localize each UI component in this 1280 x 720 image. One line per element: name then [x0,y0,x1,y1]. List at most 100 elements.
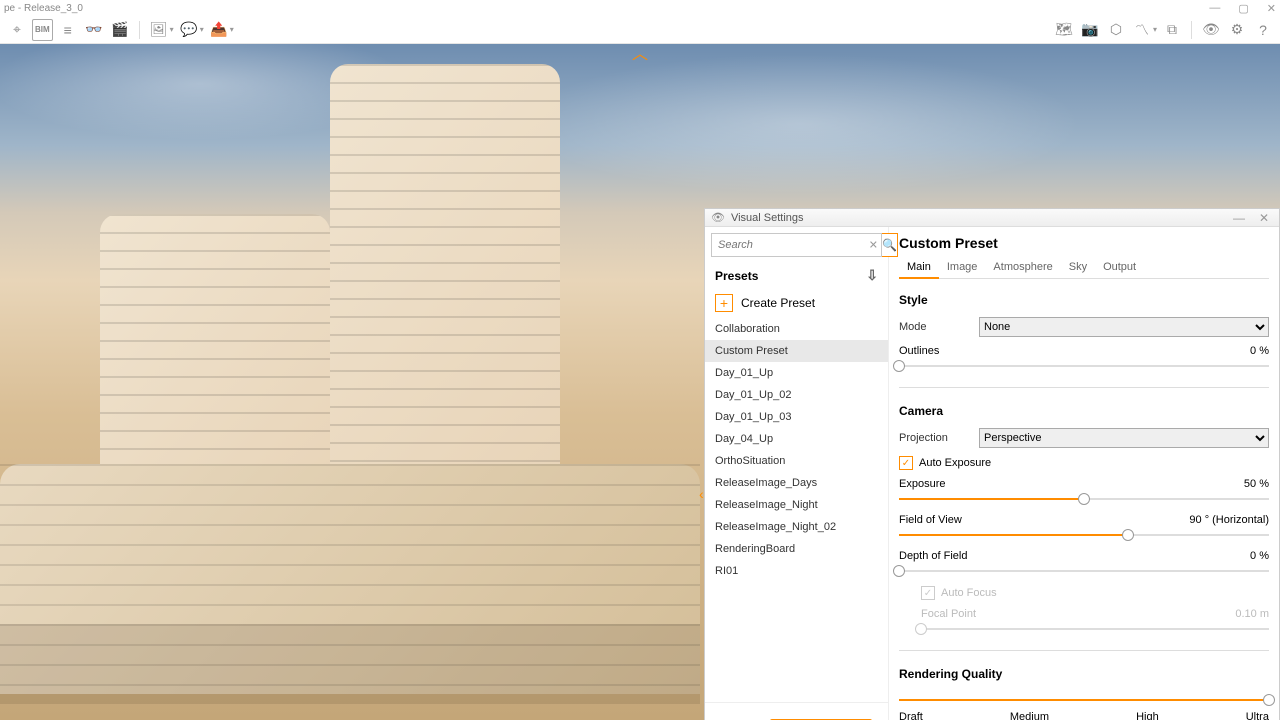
map-icon[interactable]: 🗺 [1053,19,1075,41]
export-icon[interactable]: 📤 [208,19,230,41]
dof-slider[interactable] [899,564,1269,578]
dof-label: Depth of Field [899,550,967,562]
chevron-down-icon[interactable]: ▾ [200,25,204,34]
create-preset-row[interactable]: + Create Preset [705,288,888,318]
panel-collapse-icon[interactable]: ‹ [699,486,704,502]
panel-minimize-button[interactable]: — [1229,211,1249,225]
window-maximize-button[interactable]: ▢ [1238,2,1248,15]
preset-item[interactable]: Collaboration [705,318,888,340]
export-image-icon[interactable]: 🖼 [148,19,170,41]
menu-icon[interactable]: ≡ [57,19,79,41]
quality-labels: DraftMediumHighUltra [899,711,1269,720]
preset-item[interactable]: RI01 [705,560,888,582]
tab-sky[interactable]: Sky [1061,257,1095,278]
auto-exposure-checkbox[interactable]: ✓ [899,456,913,470]
preset-item[interactable]: OrthoSituation [705,450,888,472]
levels-icon[interactable]: 〽 [1131,19,1153,41]
quality-label: Ultra [1246,711,1269,720]
outlines-unit: % [1259,345,1269,357]
quality-label: Draft [899,711,923,720]
exposure-value: 50 [1244,478,1256,490]
auto-focus-checkbox: ✓ [921,586,935,600]
tab-atmosphere[interactable]: Atmosphere [985,257,1060,278]
clip-icon[interactable]: ⧉ [1161,19,1183,41]
rendering-quality-heading: Rendering Quality [899,667,1269,681]
main-toolbar: ⌖ BIM ≡ 👓 🎬 🖼▾ 💬▾ 📤▾ 🗺 📷 ⬡ 〽▾ ⧉ 👁 ⚙ ? [0,16,1280,44]
toolbar-separator [1191,21,1192,39]
settings-column: Custom Preset MainImageAtmosphereSkyOutp… [889,227,1279,720]
tab-output[interactable]: Output [1095,257,1144,278]
cube-icon[interactable]: ⬡ [1105,19,1127,41]
fov-value: 90 [1189,514,1201,526]
search-input[interactable] [711,233,882,257]
preset-item[interactable]: Day_01_Up_03 [705,406,888,428]
auto-focus-label: Auto Focus [941,587,997,599]
import-preset-icon[interactable]: ⇩ [866,267,878,284]
mode-label: Mode [899,321,979,333]
preset-item[interactable]: RenderingBoard [705,538,888,560]
export-message-icon[interactable]: 💬 [178,19,200,41]
preset-item[interactable]: ReleaseImage_Night_02 [705,516,888,538]
mode-select[interactable]: None [979,317,1269,337]
preset-item[interactable]: ReleaseImage_Night [705,494,888,516]
visual-settings-panel: ‹ 👁 Visual Settings — ✕ ✕ 🔍 Presets ⇩ [704,208,1280,720]
focal-point-value: 0.10 [1235,608,1256,620]
outlines-label: Outlines [899,345,939,357]
presets-heading: Presets [715,269,758,283]
focal-point-label: Focal Point [921,608,976,620]
panel-close-button[interactable]: ✕ [1255,211,1273,225]
auto-exposure-label: Auto Exposure [919,457,991,469]
plus-icon: + [715,294,733,312]
fov-slider[interactable] [899,528,1269,542]
bim-button[interactable]: BIM [32,19,53,41]
chevron-down-icon[interactable]: ▾ [170,25,174,34]
quality-label: Medium [1010,711,1049,720]
exposure-unit: % [1259,478,1269,490]
preset-item[interactable]: Day_01_Up_02 [705,384,888,406]
preset-item[interactable]: Day_01_Up [705,362,888,384]
projection-select[interactable]: Perspective [979,428,1269,448]
clapperboard-icon[interactable]: 🎬 [109,19,131,41]
tab-main[interactable]: Main [899,257,939,279]
panel-title: Visual Settings [731,212,1223,224]
collapse-top-icon[interactable]: ︿ [632,44,648,64]
quality-slider[interactable] [899,693,1269,707]
cursor-tool-icon[interactable]: ⌖ [6,19,28,41]
building-render [0,64,700,704]
fov-unit: ° (Horizontal) [1205,514,1269,526]
camera-heading: Camera [899,404,1269,418]
outlines-value: 0 [1250,345,1256,357]
focal-point-slider [921,622,1269,636]
section-divider [899,650,1269,651]
window-title: pe - Release_3_0 [4,3,1209,14]
window-titlebar: pe - Release_3_0 — ▢ ✕ [0,0,1280,16]
tab-image[interactable]: Image [939,257,986,278]
style-heading: Style [899,293,1269,307]
binoculars-icon[interactable]: 👓 [83,19,105,41]
window-minimize-button[interactable]: — [1209,2,1220,15]
dof-unit: % [1259,550,1269,562]
preset-item[interactable]: ReleaseImage_Days [705,472,888,494]
exposure-slider[interactable] [899,492,1269,506]
render-viewport[interactable]: ︿ ‹ 👁 Visual Settings — ✕ ✕ 🔍 [0,44,1280,720]
preset-item[interactable]: Day_04_Up [705,428,888,450]
eye-icon[interactable]: 👁 [1200,19,1222,41]
gear-icon[interactable]: ⚙ [1226,19,1248,41]
exposure-label: Exposure [899,478,945,490]
create-preset-label: Create Preset [741,296,815,310]
chevron-down-icon[interactable]: ▾ [1153,25,1157,34]
outlines-slider[interactable] [899,359,1269,373]
preset-title: Custom Preset [899,235,1269,251]
clear-search-icon[interactable]: ✕ [869,239,878,252]
preset-list: CollaborationCustom PresetDay_01_UpDay_0… [705,318,888,702]
dof-value: 0 [1250,550,1256,562]
window-close-button[interactable]: ✕ [1267,2,1276,15]
camera-icon[interactable]: 📷 [1079,19,1101,41]
help-icon[interactable]: ? [1252,19,1274,41]
settings-tabs: MainImageAtmosphereSkyOutput [899,257,1269,279]
eye-icon: 👁 [711,211,725,224]
panel-titlebar[interactable]: 👁 Visual Settings — ✕ [705,209,1279,227]
preset-item[interactable]: Custom Preset [705,340,888,362]
chevron-down-icon[interactable]: ▾ [230,25,234,34]
presets-column: ✕ 🔍 Presets ⇩ + Create Preset Collaborat… [705,227,889,720]
